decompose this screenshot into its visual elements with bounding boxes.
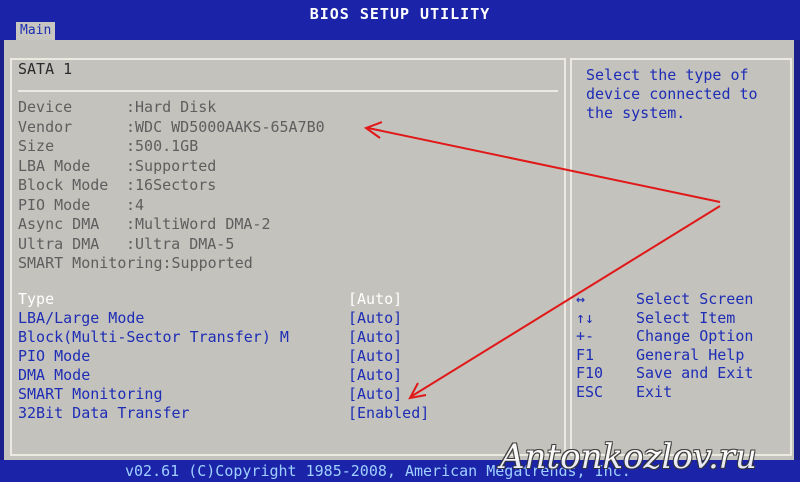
f1-key: F1 [576,345,595,364]
info-label: Vendor [18,117,73,136]
title-bar: BIOS SETUP UTILITY [0,0,800,24]
option-value[interactable]: [Auto] [348,366,402,385]
divider [18,90,558,92]
key-row-select-item: ↑↓ Select Item [576,309,786,328]
option-label: 32Bit Data Transfer [18,404,190,422]
option-value[interactable]: [Auto] [348,328,402,347]
key-desc: Select Item [636,308,736,327]
info-row-block-mode: Block Mode :16Sectors [18,176,558,196]
left-right-arrow-icon: ↔ [576,290,586,308]
info-value: :500.1GB [126,137,199,155]
info-row-pio-mode: PIO Mode :4 [18,196,558,216]
options-list: Type [Auto] LBA/Large Mode [Auto] Block(Mu… [18,290,558,423]
option-type[interactable]: Type [Auto] [18,290,558,309]
key-row-exit: ESC Exit [576,383,786,402]
device-info: Device :Hard Disk Vendor :WDC WD5000AAKS-6… [18,98,558,274]
option-value[interactable]: [Enabled] [348,404,429,423]
info-value: :MultiWord DMA-2 [126,215,271,233]
option-label: SMART Monitoring [18,385,163,403]
info-value: :Supported [162,254,253,272]
section-title: SATA 1 [18,60,73,78]
option-smart-monitoring[interactable]: SMART Monitoring [Auto] [18,385,558,404]
info-value: :Ultra DMA-5 [126,234,235,253]
option-pio-mode[interactable]: PIO Mode [Auto] [18,347,558,366]
watermark: Antonkozlov.ru [500,437,757,477]
key-desc: Exit [636,382,673,401]
info-row-ultra-dma: Ultra DMA :Ultra DMA-5 [18,235,558,255]
f10-key: F10 [576,364,604,383]
option-label: PIO Mode [18,347,91,365]
up-down-arrow-icon: ↑↓ [576,308,595,327]
info-value: :WDC WD5000AAKS-65A7B0 [126,117,325,136]
key-desc: Select Screen [636,290,754,308]
info-label: Async DMA [18,215,100,233]
info-label: SMART Monitoring [18,254,163,272]
key-row-help: F1 General Help [576,346,786,365]
option-label: LBA/Large Mode [18,309,145,327]
info-row-smart: SMART Monitoring:Supported [18,254,558,274]
info-value: :Hard Disk [126,98,217,116]
info-label: LBA Mode [18,156,91,175]
key-desc: General Help [636,345,745,364]
info-row-device: Device :Hard Disk [18,98,558,118]
option-lba-large-mode[interactable]: LBA/Large Mode [Auto] [18,309,558,328]
info-label: Ultra DMA [18,234,100,253]
info-value: :4 [126,195,145,214]
info-row-async-dma: Async DMA :MultiWord DMA-2 [18,215,558,235]
info-row-size: Size :500.1GB [18,137,558,157]
app-title: BIOS SETUP UTILITY [309,5,491,23]
key-row-change-option: +- Change Option [576,327,786,346]
option-label: DMA Mode [18,366,91,384]
key-desc: Change Option [636,327,754,346]
option-label: Block(Multi-Sector Transfer) M [18,328,289,346]
info-value: :16Sectors [126,176,217,194]
option-value[interactable]: [Auto] [348,290,402,309]
option-value[interactable]: [Auto] [348,347,402,366]
info-label: PIO Mode [18,195,91,214]
option-value[interactable]: [Auto] [348,309,402,328]
option-block-transfer[interactable]: Block(Multi-Sector Transfer) M [Auto] [18,328,558,347]
key-desc: Save and Exit [636,364,754,383]
help-text: Select the type of device connected to t… [586,66,758,122]
option-value[interactable]: [Auto] [348,385,402,404]
plus-minus-key: +- [576,327,595,346]
info-label: Block Mode [18,176,109,194]
option-dma-mode[interactable]: DMA Mode [Auto] [18,366,558,385]
info-value: :Supported [126,156,217,175]
tab-main[interactable]: Main [16,22,56,40]
option-32bit-transfer[interactable]: 32Bit Data Transfer [Enabled] [18,404,558,423]
info-label: Device [18,98,73,116]
esc-key: ESC [576,382,604,401]
key-legend: ↔ Select Screen ↑↓ Select Item +- Change Op… [576,290,786,402]
info-label: Size [18,137,55,155]
info-row-lba-mode: LBA Mode :Supported [18,157,558,177]
key-row-save-exit: F10 Save and Exit [576,364,786,383]
info-row-vendor: Vendor :WDC WD5000AAKS-65A7B0 [18,118,558,138]
tab-bar: Main [0,22,800,40]
option-label: Type [18,290,55,308]
key-row-select-screen: ↔ Select Screen [576,290,786,309]
